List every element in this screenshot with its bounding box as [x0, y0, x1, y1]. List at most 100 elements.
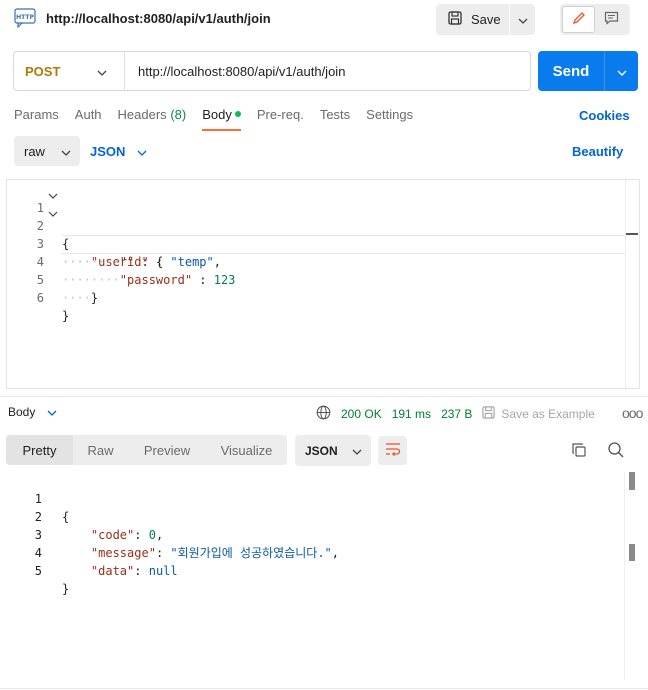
url-bar: POST http://localhost:8080/api/v1/auth/j…	[13, 51, 531, 91]
save-as-example-label: Save as Example	[501, 407, 595, 421]
body-type-select[interactable]: raw	[14, 136, 80, 166]
wrap-lines-icon	[385, 442, 401, 459]
send-button[interactable]: Send	[538, 51, 604, 91]
http-icon: HTTP	[14, 8, 38, 29]
request-body-editor[interactable]: 1 { 2 ····"user" : { 3 ········"id" : "t…	[6, 179, 640, 389]
json-null: null	[148, 564, 178, 578]
code-line: 5 ····}	[7, 253, 625, 305]
response-time[interactable]: 191 ms	[392, 407, 431, 421]
response-bar: Body 200 OK 191 ms 237 B Save as Example…	[0, 396, 648, 426]
title-bar: HTTP http://localhost:8080/api/v1/auth/j…	[0, 0, 648, 40]
wrap-lines-button[interactable]	[378, 436, 407, 465]
method-select[interactable]: POST	[14, 52, 125, 90]
pencil-icon	[572, 11, 586, 28]
response-format-select[interactable]: JSON	[295, 435, 371, 466]
tab-visualize[interactable]: Visualize	[206, 435, 287, 465]
tab-body[interactable]: Body	[202, 107, 241, 131]
status-code[interactable]: 200 OK	[341, 407, 382, 421]
divider	[0, 688, 648, 689]
tab-label: Params	[14, 107, 59, 122]
tab-raw[interactable]: Raw	[73, 435, 128, 465]
comment-mode-button[interactable]	[595, 6, 628, 33]
json-key: "data"	[90, 564, 135, 578]
response-section-select[interactable]: Body	[8, 405, 57, 419]
language-select[interactable]: JSON	[90, 144, 147, 159]
whitespace-marker: ····	[62, 291, 91, 305]
line-number: 6	[36, 291, 44, 305]
copy-icon[interactable]	[571, 442, 587, 461]
chevron-down-icon	[518, 12, 528, 27]
chevron-down-icon	[137, 144, 147, 159]
code-text: }	[62, 582, 70, 596]
fold-chevron-icon[interactable]	[48, 204, 58, 217]
tab-label: Auth	[74, 107, 102, 122]
response-body-viewer[interactable]: 1 { 2 "code": 0, 3 "message": "회원가입에 성공하…	[0, 472, 640, 682]
response-meta: 200 OK 191 ms 237 B Save as Example	[316, 405, 595, 423]
chevron-down-icon	[617, 64, 627, 79]
code-line: 1 {	[7, 181, 625, 251]
url-input[interactable]: http://localhost:8080/api/v1/auth/join	[125, 64, 345, 79]
code-line: 3 ········"id" : "temp",	[7, 217, 625, 269]
request-tabs: Params Auth Headers (8) Body Pre-req. Te…	[14, 107, 429, 133]
code-line: 2 ····"user" : {	[7, 199, 625, 269]
more-options-icon[interactable]: ooo	[622, 405, 643, 421]
save-as-example-button[interactable]: Save as Example	[482, 406, 595, 422]
save-label: Save	[471, 12, 501, 27]
edit-mode-button[interactable]	[562, 6, 595, 33]
body-type-label: raw	[24, 143, 45, 159]
headers-count: (8)	[170, 107, 187, 122]
tab-pretty[interactable]: Pretty	[6, 435, 73, 465]
cookies-link[interactable]: Cookies	[579, 108, 630, 123]
scrollbar-marker	[629, 544, 635, 561]
code-text: }	[90, 291, 99, 305]
tab-label: Settings	[366, 107, 414, 122]
tab-auth[interactable]: Auth	[75, 107, 102, 131]
chevron-down-icon	[97, 64, 107, 79]
request-title[interactable]: http://localhost:8080/api/v1/auth/join	[46, 11, 271, 26]
save-button-group: Save	[436, 4, 535, 35]
response-view-tabs: Pretty Raw Preview Visualize	[6, 435, 287, 465]
body-indicator-dot	[234, 111, 241, 117]
method-label: POST	[25, 63, 61, 79]
comment-icon	[604, 11, 619, 28]
response-size[interactable]: 237 B	[441, 407, 472, 421]
code-text: }	[62, 309, 70, 323]
code-line: 4 "data": null	[0, 526, 620, 578]
scrollbar-marker	[629, 472, 635, 490]
scrollbar-cursor-marker	[626, 233, 638, 235]
save-icon	[482, 406, 496, 422]
svg-text:HTTP: HTTP	[16, 14, 34, 21]
response-scrollbar[interactable]	[624, 472, 640, 680]
save-options-button[interactable]	[509, 4, 535, 35]
beautify-button[interactable]: Beautify	[572, 144, 623, 159]
code-line: 6 }	[7, 271, 625, 323]
save-button[interactable]: Save	[436, 4, 509, 35]
editor-scrollbar[interactable]	[625, 180, 639, 388]
tab-label: Body	[202, 107, 232, 122]
send-button-group: Send	[538, 51, 638, 91]
send-options-button[interactable]	[604, 51, 638, 91]
chevron-down-icon	[61, 144, 71, 159]
tab-params[interactable]: Params	[14, 107, 59, 131]
response-body-label: Body	[8, 405, 36, 419]
code-line: 3 "message": "회원가입에 성공하였습니다.",	[0, 508, 620, 560]
tab-label: Tests	[319, 107, 351, 122]
code-line: 5 }	[0, 544, 620, 596]
tab-settings[interactable]: Settings	[366, 107, 413, 131]
tab-preview[interactable]: Preview	[128, 435, 206, 465]
chevron-down-icon	[352, 444, 362, 458]
tab-headers[interactable]: Headers (8)	[118, 107, 187, 131]
code-line: 1 {	[0, 472, 620, 524]
tab-tests[interactable]: Tests	[320, 107, 350, 131]
code-line: 2 "code": 0,	[0, 490, 620, 542]
tab-label: Pre-req.	[256, 107, 304, 122]
chevron-down-icon	[47, 405, 57, 419]
fold-chevron-icon[interactable]	[48, 186, 58, 199]
tab-pre-request[interactable]: Pre-req.	[257, 107, 304, 131]
save-icon	[448, 11, 462, 28]
globe-icon[interactable]	[316, 405, 331, 423]
language-label: JSON	[90, 144, 126, 159]
search-icon[interactable]	[607, 441, 625, 462]
line-number: 5	[34, 564, 42, 578]
editor-mode-toggle	[560, 4, 630, 35]
